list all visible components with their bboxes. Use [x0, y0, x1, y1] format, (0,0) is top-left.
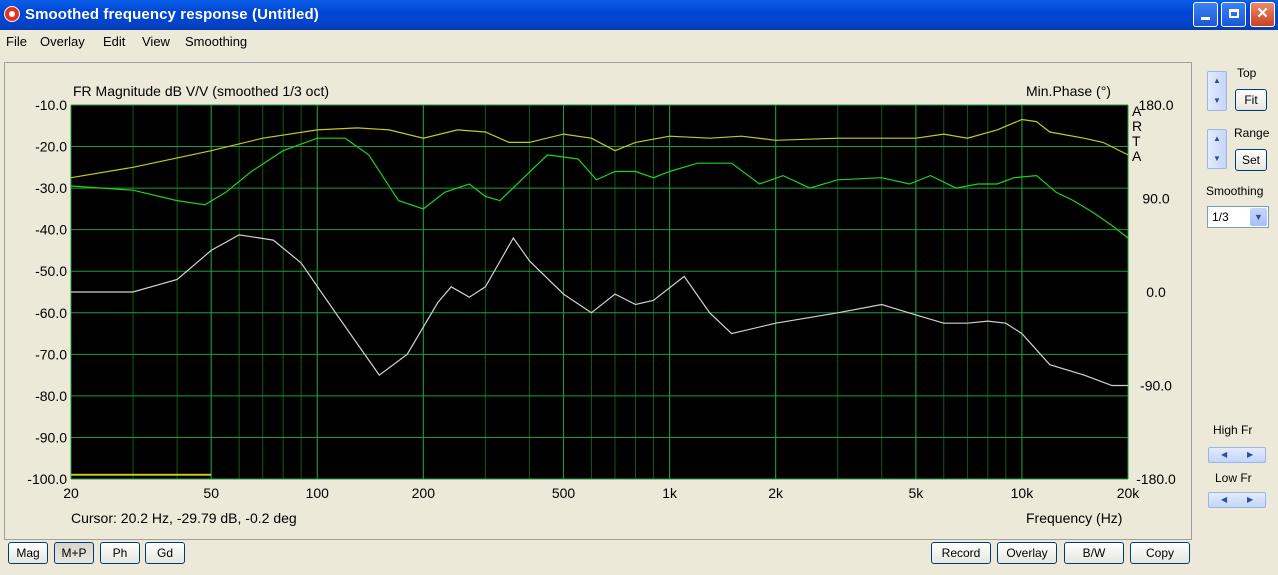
right-arrow-icon: ▶	[1247, 495, 1254, 504]
left-arrow-icon: ◀	[1221, 450, 1228, 459]
y-tick-label: -40.0	[35, 222, 67, 238]
menu-view[interactable]: View	[142, 34, 170, 49]
title-bar: Smoothed frequency response (Untitled) ✕	[0, 0, 1278, 30]
x-tick-label: 2k	[768, 485, 784, 501]
y-right-tick-label: 0.0	[1146, 284, 1166, 300]
menu-edit[interactable]: Edit	[103, 34, 125, 49]
y-tick-label: -80.0	[35, 388, 67, 404]
range-spinner[interactable]: ▲ ▼	[1207, 129, 1227, 169]
top-label: Top	[1237, 66, 1257, 80]
x-tick-label: 5k	[908, 485, 924, 501]
smoothing-select[interactable]: 1/3 ▼	[1207, 206, 1269, 228]
record-button[interactable]: Record	[931, 542, 991, 564]
chart-panel: FR Magnitude dB V/V (smoothed 1/3 oct) M…	[4, 62, 1192, 540]
mag-phase-button[interactable]: M+P	[54, 542, 94, 564]
bw-button[interactable]: B/W	[1064, 542, 1124, 564]
minimize-button[interactable]	[1193, 2, 1218, 27]
y-right-tick-label: 90.0	[1142, 191, 1169, 207]
x-tick-label: 500	[552, 485, 576, 501]
high-fr-spinner[interactable]: ◀ ▶	[1208, 447, 1266, 463]
x-tick-label: 20k	[1117, 485, 1141, 501]
smoothing-label: Smoothing	[1206, 184, 1264, 198]
app-icon[interactable]	[4, 6, 20, 22]
x-tick-label: 1k	[662, 485, 678, 501]
overlay-button[interactable]: Overlay	[997, 542, 1057, 564]
chevron-down-icon: ▼	[1250, 208, 1267, 226]
x-tick-label: 100	[306, 485, 330, 501]
y-tick-label: -20.0	[35, 139, 67, 155]
close-button[interactable]: ✕	[1250, 2, 1275, 27]
y-tick-label: -60.0	[35, 305, 67, 321]
smoothing-value: 1/3	[1212, 210, 1229, 224]
close-icon: ✕	[1256, 5, 1269, 22]
menu-smoothing[interactable]: Smoothing	[185, 34, 247, 49]
minimize-icon	[1201, 17, 1210, 20]
down-arrow-icon: ▼	[1213, 154, 1221, 163]
menu-file[interactable]: File	[6, 34, 27, 49]
y-tick-label: -90.0	[35, 429, 67, 445]
maximize-button[interactable]	[1221, 2, 1246, 27]
y-tick-label: -30.0	[35, 180, 67, 196]
menu-bar: File Overlay Edit View Smoothing	[0, 30, 1278, 54]
x-tick-label: 20	[63, 485, 79, 501]
up-arrow-icon: ▲	[1213, 134, 1221, 143]
x-tick-label: 50	[203, 485, 219, 501]
x-tick-label: 200	[412, 485, 436, 501]
low-fr-label: Low Fr	[1215, 471, 1252, 485]
y-tick-label: -10.0	[35, 97, 67, 113]
frequency-response-plot[interactable]: -10.0 -20.0 -30.0 -40.0 -50.0 -60.0 -70.0 -80.0…	[5, 63, 1191, 539]
y-tick-label: -100.0	[27, 471, 67, 487]
y-right-tick-label: 180.0	[1138, 97, 1173, 113]
high-fr-label: High Fr	[1213, 423, 1253, 437]
set-button[interactable]: Set	[1235, 149, 1267, 171]
y-tick-label: -70.0	[35, 346, 67, 362]
low-fr-spinner[interactable]: ◀ ▶	[1208, 492, 1266, 508]
y-tick-label: -50.0	[35, 263, 67, 279]
window-title: Smoothed frequency response (Untitled)	[25, 6, 319, 23]
right-arrow-icon: ▶	[1247, 450, 1254, 459]
range-label: Range	[1234, 126, 1270, 140]
plot-background	[71, 105, 1128, 479]
up-arrow-icon: ▲	[1213, 76, 1221, 85]
phase-button[interactable]: Ph	[100, 542, 140, 564]
y-right-tick-label: -180.0	[1136, 471, 1176, 487]
restore-icon	[1228, 9, 1239, 18]
top-spinner[interactable]: ▲ ▼	[1207, 71, 1227, 111]
menu-overlay[interactable]: Overlay	[40, 34, 85, 49]
down-arrow-icon: ▼	[1213, 96, 1221, 105]
group-delay-button[interactable]: Gd	[145, 542, 185, 564]
mag-button[interactable]: Mag	[8, 542, 48, 564]
left-arrow-icon: ◀	[1221, 495, 1228, 504]
y-right-tick-label: -90.0	[1140, 378, 1172, 394]
fit-button[interactable]: Fit	[1235, 89, 1267, 111]
x-tick-label: 10k	[1011, 485, 1035, 501]
copy-button[interactable]: Copy	[1130, 542, 1190, 564]
